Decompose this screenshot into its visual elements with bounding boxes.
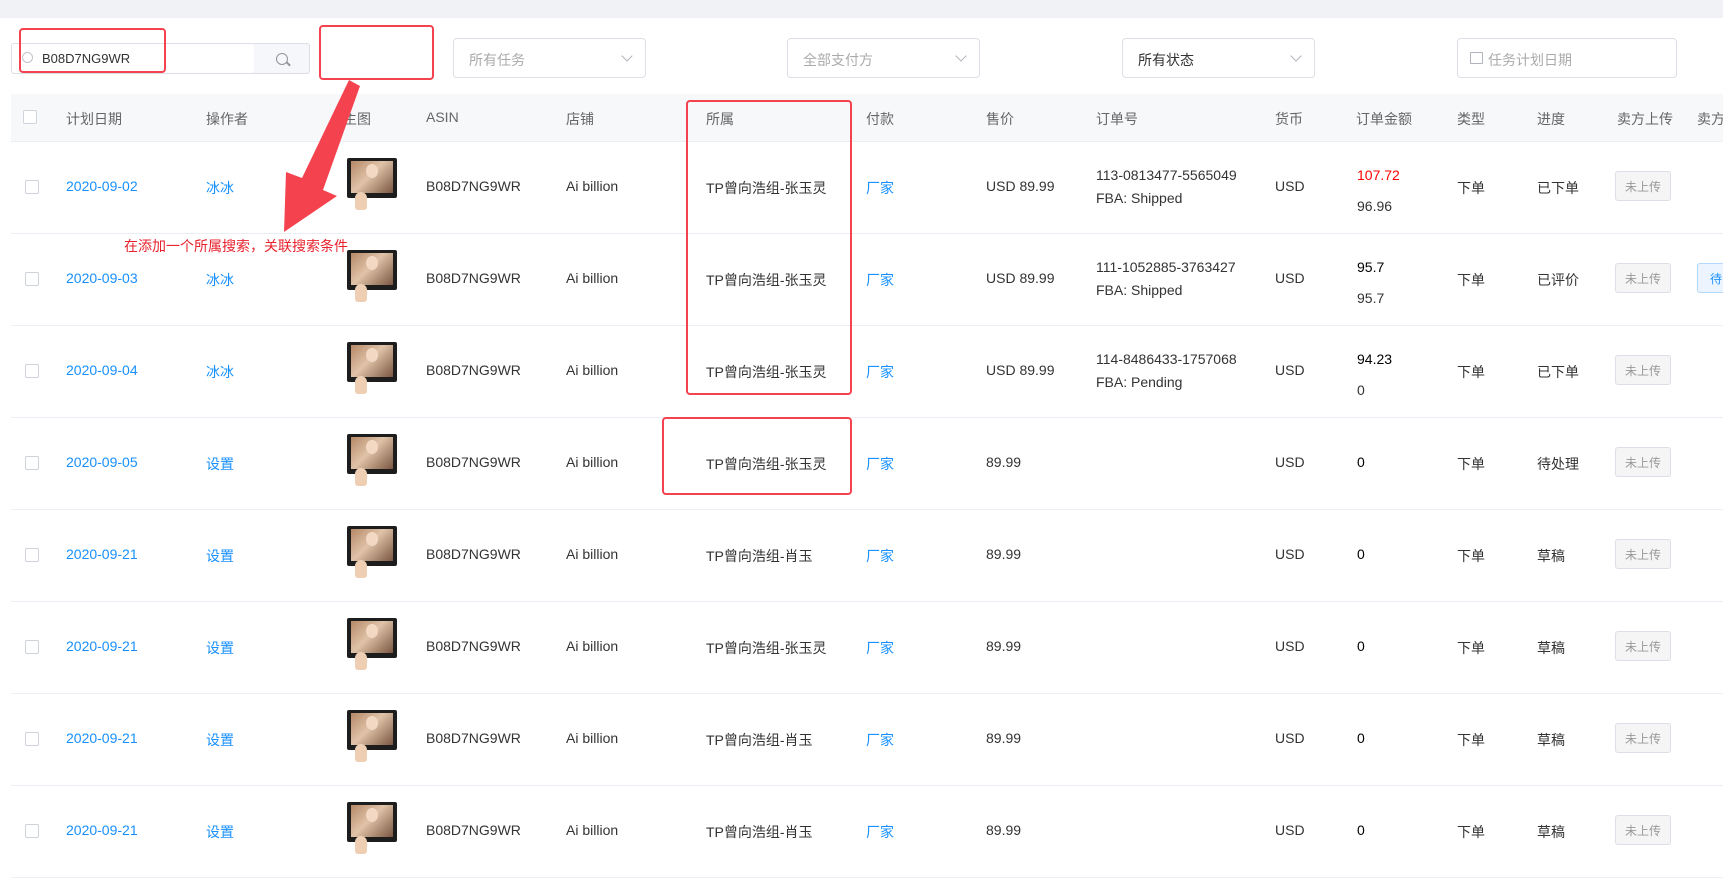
annotation-arrow-icon [284, 80, 360, 232]
annotation-note: 在添加一个所属搜索，关联搜索条件 [124, 238, 348, 254]
